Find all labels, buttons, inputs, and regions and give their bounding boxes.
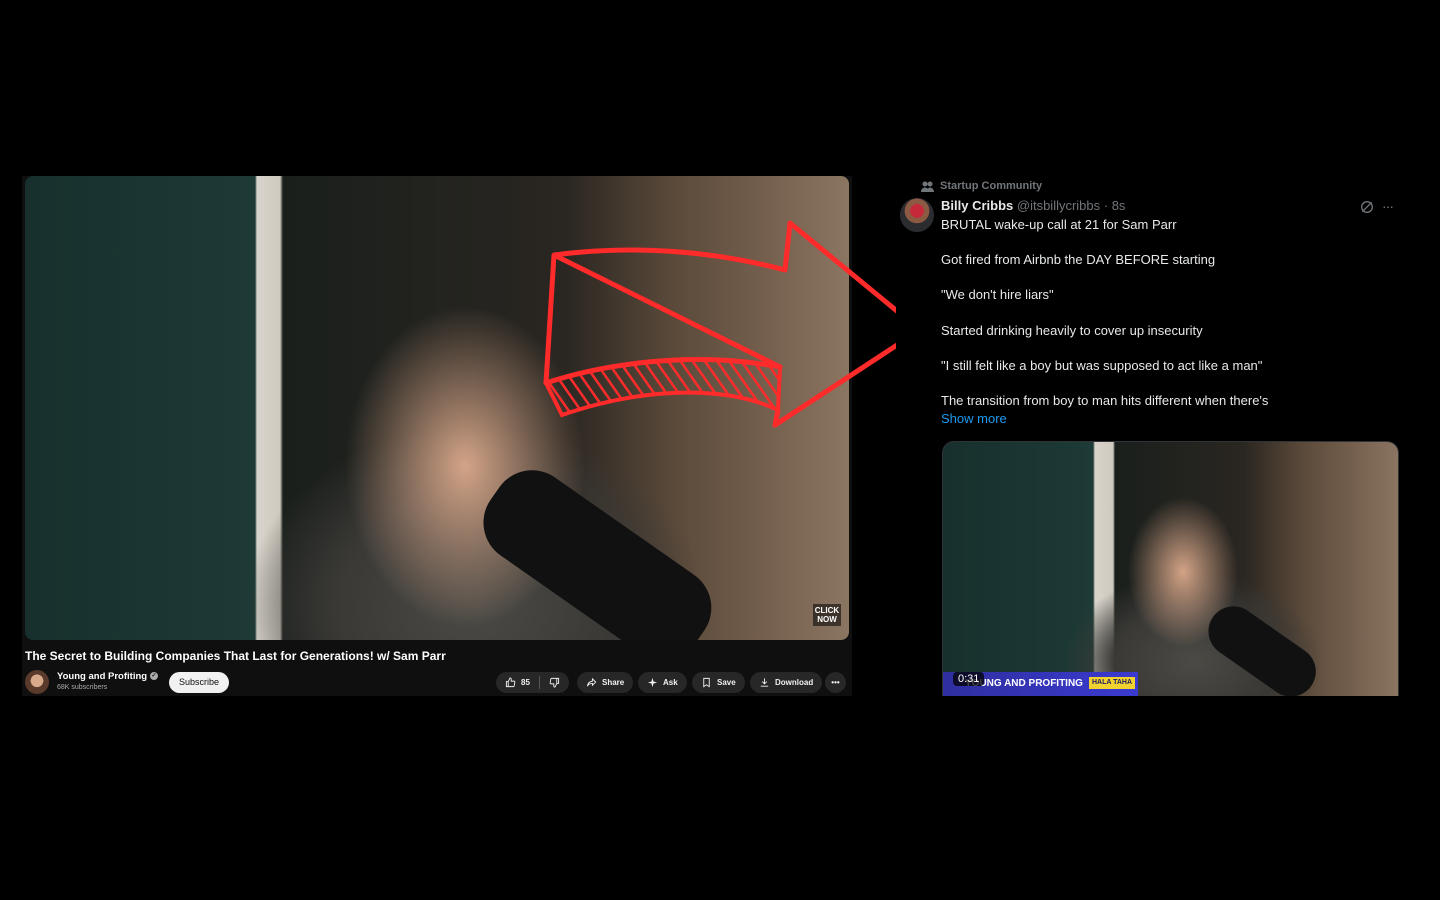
verified-icon: ✓ <box>150 672 159 681</box>
download-icon <box>760 678 769 687</box>
bookmark-icon <box>703 677 710 688</box>
thumbs-down-icon <box>549 677 559 688</box>
dislike-button[interactable] <box>549 677 560 688</box>
tweet-line: "I still felt like a boy but was suppose… <box>941 357 1263 373</box>
share-icon <box>586 677 597 687</box>
tweet-line: "We don't hire liars" <box>941 287 1054 303</box>
click-now-badge[interactable]: CLICK NOW <box>813 604 841 626</box>
share-button[interactable]: Share <box>577 672 634 693</box>
tweet-header: Billy Cribbs @itsbillycribbs · 8s <box>941 198 1125 213</box>
channel-row: Young and Profiting ✓ 68K subscribers Sub… <box>25 670 846 694</box>
tweet-line: Started drinking heavily to cover up ins… <box>941 322 1203 338</box>
like-count: 85 <box>521 678 530 687</box>
save-button[interactable]: Save <box>692 672 745 693</box>
share-label: Share <box>602 678 625 687</box>
community-label[interactable]: Startup Community <box>921 180 1042 192</box>
thumbs-up-icon <box>505 677 516 688</box>
like-button[interactable]: 85 <box>505 672 530 693</box>
community-name[interactable]: Startup Community <box>940 180 1042 192</box>
more-actions-button[interactable]: ••• <box>825 672 846 693</box>
video-duration: 0:31 <box>953 672 985 686</box>
subscriber-count: 68K subscribers <box>57 684 108 691</box>
save-label: Save <box>717 678 736 687</box>
tweet-line: BRUTAL wake-up call at 21 for Sam Parr <box>941 217 1177 232</box>
author-avatar[interactable] <box>900 198 934 232</box>
microphone-image <box>467 454 728 640</box>
channel-avatar[interactable] <box>25 670 49 694</box>
like-dislike-group: 85 <box>496 672 569 693</box>
grok-icon[interactable] <box>1359 199 1375 215</box>
author-name[interactable]: Billy Cribbs <box>941 198 1013 213</box>
sparkle-icon <box>647 677 658 688</box>
show-more-link[interactable]: Show more <box>941 411 1007 426</box>
channel-name[interactable]: Young and Profiting ✓ <box>57 671 159 682</box>
subscribe-button[interactable]: Subscribe <box>169 672 230 693</box>
like-divider <box>538 676 540 689</box>
ask-label: Ask <box>663 678 678 687</box>
channel-name-text[interactable]: Young and Profiting <box>57 671 147 682</box>
download-label: Download <box>775 678 814 687</box>
tweet-text: BRUTAL wake-up call at 21 for Sam Parr G… <box>941 216 1396 427</box>
tweet-video[interactable]: YOUNG AND PROFITING HALA TAHA 0:31 <box>942 441 1399 696</box>
tweet-more-icon[interactable]: ··· <box>1382 198 1394 214</box>
microphone-image <box>1198 596 1326 696</box>
tweet-line: The transition from boy to man hits diff… <box>941 392 1269 408</box>
video-banner-tag: HALA TAHA <box>1088 677 1136 690</box>
author-handle[interactable]: @itsbillycribbs · 8s <box>1017 198 1126 213</box>
tweet-line: Got fired from Airbnb the DAY BEFORE sta… <box>941 252 1216 268</box>
ask-button[interactable]: Ask <box>638 672 687 693</box>
arrow-annotation <box>543 220 923 428</box>
arrow-ribbon-hatched <box>543 357 783 418</box>
tweet-panel: Startup Community Billy Cribbs @itsbilly… <box>896 176 1410 696</box>
video-title: The Secret to Building Companies That La… <box>25 649 446 663</box>
download-button[interactable]: Download <box>750 672 823 693</box>
community-icon <box>921 181 934 192</box>
